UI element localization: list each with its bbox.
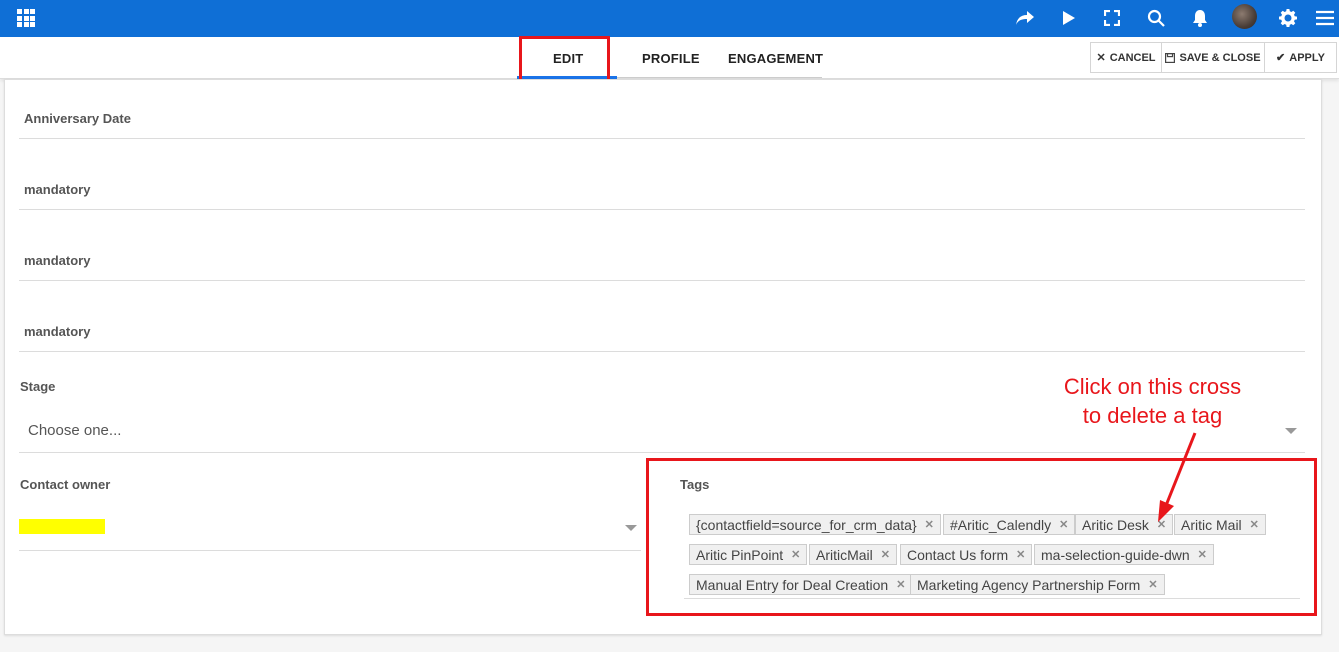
save-close-button[interactable]: SAVE & CLOSE	[1161, 42, 1265, 73]
edit-tab-highlight-box	[519, 36, 610, 82]
apps-grid-icon[interactable]	[17, 9, 35, 27]
save-close-label: SAVE & CLOSE	[1179, 51, 1261, 64]
mandatory-field[interactable]: mandatory	[24, 253, 90, 268]
field-divider	[19, 138, 1305, 139]
search-icon[interactable]	[1141, 4, 1171, 32]
field-divider	[19, 209, 1305, 210]
chevron-down-icon[interactable]	[625, 525, 637, 531]
cancel-button[interactable]: ✕ CANCEL	[1090, 42, 1162, 73]
fullscreen-icon[interactable]	[1097, 4, 1127, 32]
mandatory-field[interactable]: mandatory	[24, 324, 90, 339]
tab-profile[interactable]: PROFILE	[642, 51, 700, 66]
bell-icon[interactable]	[1185, 4, 1215, 32]
close-icon: ✕	[1096, 52, 1106, 64]
save-icon	[1165, 52, 1176, 63]
check-icon: ✔	[1276, 52, 1286, 64]
contact-owner-redaction	[19, 519, 105, 534]
apply-button[interactable]: ✔ APPLY	[1264, 42, 1337, 73]
share-icon[interactable]	[1010, 4, 1040, 32]
stage-select[interactable]: Choose one...	[28, 422, 121, 439]
annotation-line: to delete a tag	[1082, 403, 1223, 428]
mandatory-field[interactable]: mandatory	[24, 182, 90, 197]
annotation-arrow	[1158, 432, 1197, 522]
chevron-down-icon[interactable]	[1285, 428, 1297, 434]
avatar[interactable]	[1232, 4, 1257, 29]
field-divider	[19, 452, 1305, 453]
annotation-text: Click on this cross to delete a tag	[1040, 372, 1265, 430]
play-icon[interactable]	[1054, 4, 1084, 32]
tags-highlight-box	[646, 458, 1317, 616]
menu-icon[interactable]	[1310, 4, 1339, 32]
field-divider	[19, 280, 1305, 281]
field-divider	[19, 351, 1305, 352]
annotation-line: Click on this cross	[1063, 374, 1242, 399]
gear-icon[interactable]	[1273, 4, 1303, 32]
cancel-label: CANCEL	[1109, 51, 1156, 64]
field-divider	[19, 550, 641, 551]
apply-label: APPLY	[1289, 51, 1325, 64]
stage-label: Stage	[20, 379, 56, 394]
tab-engagement[interactable]: ENGAGEMENT	[728, 51, 823, 66]
tab-divider	[617, 77, 822, 78]
contact-owner-label: Contact owner	[20, 477, 111, 492]
top-navbar	[0, 0, 1339, 37]
anniversary-date-field[interactable]: Anniversary Date	[24, 111, 131, 126]
